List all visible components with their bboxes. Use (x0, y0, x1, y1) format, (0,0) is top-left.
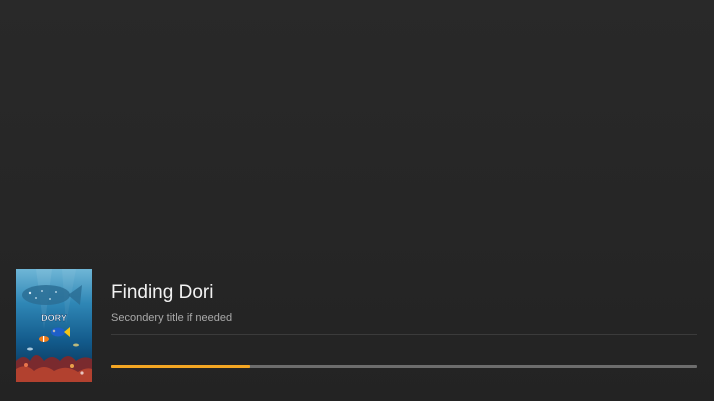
info-divider (111, 334, 697, 335)
poster-title-text: DORY (41, 313, 67, 323)
playback-progress-fill (111, 365, 250, 368)
media-title: Finding Dori (111, 282, 214, 303)
movie-poster-image: DORY (16, 269, 92, 382)
player-info-overlay: DORY Finding Dori Secondery title if nee… (0, 0, 714, 401)
media-info: Finding Dori Secondery title if needed (111, 282, 697, 325)
movie-poster: DORY (16, 269, 92, 382)
media-subtitle: Secondery title if needed (111, 312, 233, 324)
playback-progress-bar[interactable] (111, 365, 697, 368)
